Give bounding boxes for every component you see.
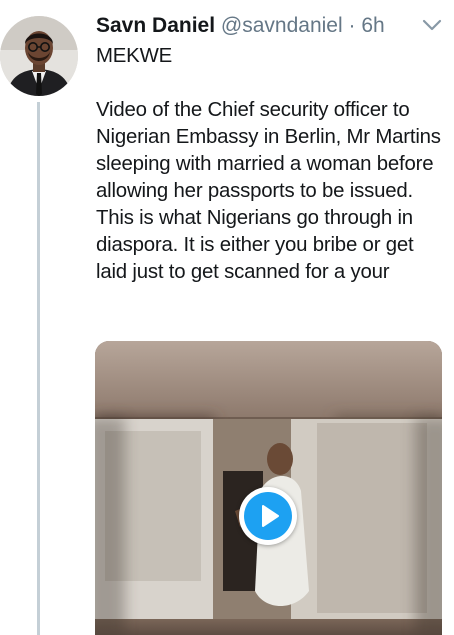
timestamp[interactable]: 6h [361, 14, 384, 37]
thread-line [37, 102, 40, 635]
chevron-down-icon[interactable] [420, 16, 444, 34]
avatar[interactable] [0, 16, 78, 96]
play-button[interactable] [239, 487, 297, 545]
author-name[interactable]: Savn Daniel [96, 14, 215, 37]
play-icon [244, 492, 292, 540]
tweet-header: Savn Daniel @savndaniel · 6h [96, 12, 385, 40]
profile-photo [0, 16, 78, 96]
tweet[interactable]: Savn Daniel @savndaniel · 6h MEKWE Video… [0, 0, 454, 635]
separator-dot: · [348, 14, 356, 37]
author-handle[interactable]: @savndaniel [221, 14, 343, 37]
tweet-text: MEKWE Video of the Chief security office… [96, 45, 441, 283]
